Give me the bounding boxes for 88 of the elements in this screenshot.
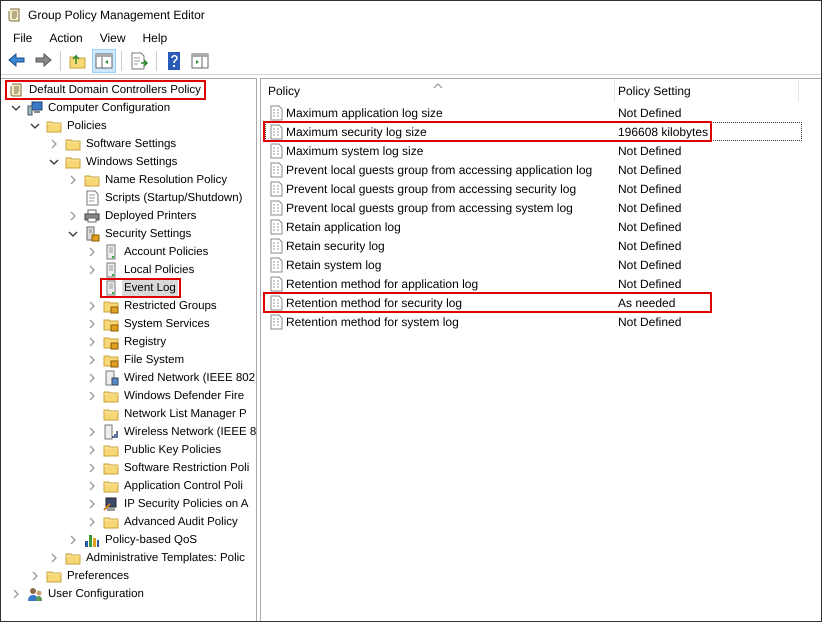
- table-cell-text: Not Defined: [617, 182, 682, 196]
- table-cell: Prevent local guests group from accessing application log: [286, 162, 592, 176]
- document-icon: [268, 124, 284, 140]
- pane-icon: [94, 50, 114, 70]
- document-icon: [268, 180, 284, 196]
- table-cell-text: Not Defined: [617, 314, 682, 328]
- menu-item[interactable]: File: [4, 30, 40, 44]
- export-list-icon: [129, 50, 149, 70]
- table-cell: Maximum application log size: [286, 106, 443, 120]
- table-cell: Retain application log: [286, 220, 401, 234]
- document-icon: [268, 162, 284, 178]
- document-icon: [268, 104, 284, 120]
- tree-item[interactable]: Registry: [122, 334, 168, 350]
- window-title: Group Policy Management Editor: [28, 8, 205, 22]
- document-icon: [84, 190, 100, 206]
- document-icon: [268, 294, 284, 310]
- tree-item[interactable]: File System: [122, 352, 186, 368]
- table-cell: Maximum system log size: [286, 144, 424, 158]
- computer-icon: [103, 496, 119, 512]
- document-icon: [268, 314, 284, 330]
- table-cell-text: Not Defined: [617, 276, 682, 290]
- users-icon: [27, 586, 43, 602]
- tree-item[interactable]: Local Policies: [122, 262, 196, 278]
- computer-icon: [27, 100, 43, 116]
- table-cell-text: As needed: [617, 296, 676, 310]
- scroll-icon: [6, 7, 22, 23]
- table-cell-text: Not Defined: [617, 238, 682, 252]
- table-cell-text: Not Defined: [617, 144, 682, 158]
- tree-item[interactable]: System Services: [122, 316, 212, 332]
- tree-item[interactable]: Wireless Network (IEEE 8: [122, 424, 256, 440]
- table-cell: Retention method for system log: [286, 314, 459, 328]
- document-icon: [268, 256, 284, 272]
- document-icon: [268, 238, 284, 254]
- tree-item[interactable]: User Configuration: [46, 586, 146, 602]
- table-cell-text: 196608 kilobytes: [617, 124, 708, 138]
- document-icon: [268, 142, 284, 158]
- tree-item[interactable]: Policy-based QoS: [103, 532, 200, 548]
- tree-item[interactable]: Deployed Printers: [103, 208, 198, 224]
- tree-item[interactable]: Computer Configuration: [46, 100, 172, 116]
- table-cell-text: Not Defined: [617, 200, 682, 214]
- printer-icon: [84, 208, 100, 224]
- menu-item[interactable]: Help: [134, 30, 176, 44]
- table-cell: Prevent local guests group from accessing system log: [286, 200, 573, 214]
- table-cell: Maximum security log size: [286, 124, 427, 138]
- table-cell: Retention method for security log: [286, 296, 462, 310]
- network-icon: [103, 370, 119, 386]
- document-icon: [268, 200, 284, 216]
- tree-item[interactable]: Preferences: [65, 568, 132, 584]
- tree-item[interactable]: Public Key Policies: [122, 442, 224, 458]
- table-cell-text: Not Defined: [617, 220, 682, 234]
- tree-item[interactable]: Name Resolution Policy: [103, 172, 230, 188]
- tree-item[interactable]: Security Settings: [103, 226, 194, 242]
- tree-item[interactable]: Software Settings: [84, 136, 178, 152]
- toolbar-button[interactable]: [92, 48, 116, 72]
- tree-item[interactable]: Policies: [65, 118, 109, 134]
- tree-item[interactable]: Scripts (Startup/Shutdown): [103, 190, 244, 206]
- table-cell-text: Not Defined: [617, 258, 682, 272]
- table-cell-text: Not Defined: [617, 162, 682, 176]
- tree-item[interactable]: Default Domain Controllers Policy: [27, 82, 203, 98]
- server-lock-icon: [84, 226, 100, 242]
- table-cell: Retention method for application log: [286, 276, 478, 290]
- tree-item[interactable]: Advanced Audit Policy: [122, 514, 240, 530]
- tree-item[interactable]: Software Restriction Poli: [122, 460, 252, 476]
- table-cell: Prevent local guests group from accessing security log: [286, 182, 576, 196]
- chart-icon: [84, 532, 100, 548]
- tree-item[interactable]: Application Control Poli: [122, 478, 245, 494]
- tree-item[interactable]: Network List Manager P: [122, 406, 249, 422]
- tree-item[interactable]: Windows Settings: [84, 154, 180, 170]
- tree-item[interactable]: Restricted Groups: [122, 298, 219, 314]
- tree-item[interactable]: Wired Network (IEEE 802: [122, 370, 256, 386]
- focused-row[interactable]: Maximum security log size 196608 kilobytes: [265, 122, 802, 141]
- tree-item[interactable]: Administrative Templates: Polic: [84, 550, 247, 566]
- document-icon: [268, 218, 284, 234]
- table-cell: Retain system log: [286, 258, 382, 272]
- wireless-icon: [103, 424, 119, 440]
- menu-item[interactable]: View: [90, 30, 134, 44]
- tree-item[interactable]: IP Security Policies on A: [122, 496, 250, 512]
- tree-item[interactable]: Event Log: [122, 280, 178, 296]
- document-icon: [268, 276, 284, 292]
- table-cell-text: Not Defined: [617, 106, 682, 120]
- column-header[interactable]: Policy Setting: [615, 80, 799, 102]
- tree-item[interactable]: Account Policies: [122, 244, 210, 260]
- column-header[interactable]: Policy: [265, 80, 615, 102]
- tree-item[interactable]: Windows Defender Fire: [122, 388, 246, 404]
- pane-icon: [190, 50, 210, 70]
- table-cell: Retain security log: [286, 238, 385, 252]
- scroll-icon: [8, 82, 24, 98]
- menu-item[interactable]: Action: [40, 30, 91, 44]
